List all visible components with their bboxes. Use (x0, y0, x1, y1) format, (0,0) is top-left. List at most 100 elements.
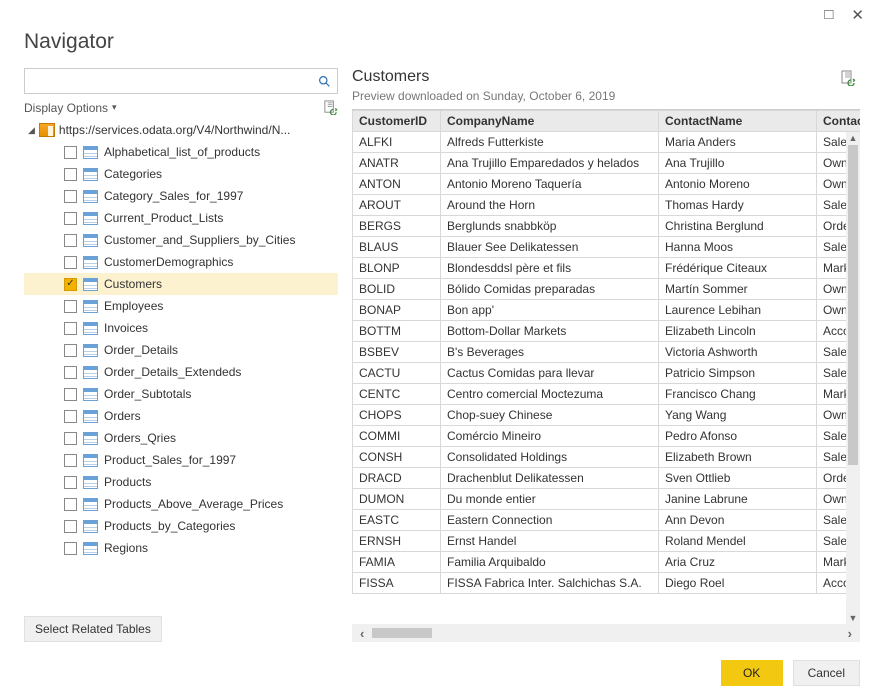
table-icon (83, 168, 98, 181)
checkbox[interactable] (64, 322, 77, 335)
checkbox[interactable] (64, 278, 77, 291)
checkbox[interactable] (64, 300, 77, 313)
checkbox[interactable] (64, 168, 77, 181)
checkbox[interactable] (64, 344, 77, 357)
select-related-tables-button[interactable]: Select Related Tables (24, 616, 162, 642)
checkbox[interactable] (64, 542, 77, 555)
tree-item-label: Products_by_Categories (104, 519, 235, 533)
table-row[interactable]: BLONPBlondesddsl père et filsFrédérique … (353, 258, 861, 279)
checkbox[interactable] (64, 366, 77, 379)
table-row[interactable]: CHOPSChop-suey ChineseYang WangOwne (353, 405, 861, 426)
tree-item[interactable]: Product_Sales_for_1997 (24, 449, 338, 471)
table-cell: Christina Berglund (659, 216, 817, 237)
checkbox[interactable] (64, 234, 77, 247)
table-row[interactable]: CENTCCentro comercial MoctezumaFrancisco… (353, 384, 861, 405)
vertical-scrollbar[interactable]: ▲ ▼ (846, 132, 860, 624)
scroll-left-icon[interactable]: ‹ (352, 626, 372, 641)
scroll-down-icon[interactable]: ▼ (849, 612, 858, 624)
tree-item[interactable]: CustomerDemographics (24, 251, 338, 273)
checkbox[interactable] (64, 256, 77, 269)
tree-item-label: Product_Sales_for_1997 (104, 453, 236, 467)
table-row[interactable]: DRACDDrachenblut DelikatessenSven Ottlie… (353, 468, 861, 489)
table-row[interactable]: ERNSHErnst HandelRoland MendelSales (353, 531, 861, 552)
scroll-thumb[interactable] (372, 628, 432, 638)
table-icon (83, 410, 98, 423)
table-icon (83, 212, 98, 225)
tree-item[interactable]: Customer_and_Suppliers_by_Cities (24, 229, 338, 251)
column-header[interactable]: ContactName (659, 111, 817, 132)
table-cell: Berglunds snabbköp (441, 216, 659, 237)
ok-button[interactable]: OK (721, 660, 783, 686)
table-row[interactable]: BOTTMBottom-Dollar MarketsElizabeth Linc… (353, 321, 861, 342)
tree-item[interactable]: Customers (24, 273, 338, 295)
tree-item[interactable]: Products_Above_Average_Prices (24, 493, 338, 515)
table-row[interactable]: COMMIComércio MineiroPedro AfonsoSales (353, 426, 861, 447)
tree-item[interactable]: Order_Subtotals (24, 383, 338, 405)
tree-item[interactable]: Products (24, 471, 338, 493)
tree-item[interactable]: Orders_Qries (24, 427, 338, 449)
scroll-thumb[interactable] (848, 145, 858, 465)
table-cell: Antonio Moreno (659, 174, 817, 195)
search-input-wrapper[interactable] (24, 68, 338, 94)
tree-item[interactable]: Invoices (24, 317, 338, 339)
tree-item[interactable]: Categories (24, 163, 338, 185)
checkbox[interactable] (64, 190, 77, 203)
table-row[interactable]: BSBEVB's BeveragesVictoria AshworthSales (353, 342, 861, 363)
table-row[interactable]: DUMONDu monde entierJanine LabruneOwne (353, 489, 861, 510)
table-row[interactable]: AROUTAround the HornThomas HardySales (353, 195, 861, 216)
table-row[interactable]: CONSHConsolidated HoldingsElizabeth Brow… (353, 447, 861, 468)
checkbox[interactable] (64, 520, 77, 533)
checkbox[interactable] (64, 476, 77, 489)
checkbox[interactable] (64, 212, 77, 225)
checkbox[interactable] (64, 432, 77, 445)
table-row[interactable]: ALFKIAlfreds FutterkisteMaria AndersSale… (353, 132, 861, 153)
tree-item[interactable]: Regions (24, 537, 338, 559)
table-row[interactable]: BONAPBon app'Laurence LebihanOwne (353, 300, 861, 321)
tree-item[interactable]: Order_Details (24, 339, 338, 361)
table-row[interactable]: CACTUCactus Comidas para llevarPatricio … (353, 363, 861, 384)
column-header[interactable]: ContactTi (817, 111, 861, 132)
maximize-icon[interactable]: □ (824, 6, 833, 24)
checkbox[interactable] (64, 498, 77, 511)
checkbox[interactable] (64, 410, 77, 423)
navigator-tree[interactable]: ◢ https://services.odata.org/V4/Northwin… (24, 119, 338, 610)
preview-table[interactable]: CustomerIDCompanyNameContactNameContactT… (352, 110, 860, 594)
expand-icon[interactable]: ◢ (28, 125, 35, 136)
scroll-right-icon[interactable]: › (840, 626, 860, 641)
tree-item[interactable]: Category_Sales_for_1997 (24, 185, 338, 207)
display-options-menu[interactable]: Display Options ▾ (24, 101, 117, 115)
horizontal-scrollbar[interactable]: ‹ › (352, 624, 860, 642)
tree-root-node[interactable]: ◢ https://services.odata.org/V4/Northwin… (24, 119, 338, 141)
tree-item[interactable]: Employees (24, 295, 338, 317)
scroll-up-icon[interactable]: ▲ (849, 132, 858, 144)
tree-item[interactable]: Current_Product_Lists (24, 207, 338, 229)
table-cell: Bon app' (441, 300, 659, 321)
table-row[interactable]: ANTONAntonio Moreno TaqueríaAntonio More… (353, 174, 861, 195)
table-row[interactable]: BLAUSBlauer See DelikatessenHanna MoosSa… (353, 237, 861, 258)
close-icon[interactable]: ✕ (851, 6, 864, 24)
table-row[interactable]: EASTCEastern ConnectionAnn DevonSales (353, 510, 861, 531)
cancel-button[interactable]: Cancel (793, 660, 860, 686)
search-input[interactable] (25, 74, 311, 88)
tree-item-label: Employees (104, 299, 163, 313)
table-row[interactable]: FISSAFISSA Fabrica Inter. Salchichas S.A… (353, 573, 861, 594)
checkbox[interactable] (64, 454, 77, 467)
column-header[interactable]: CustomerID (353, 111, 441, 132)
column-header[interactable]: CompanyName (441, 111, 659, 132)
checkbox[interactable] (64, 146, 77, 159)
tree-item[interactable]: Order_Details_Extendeds (24, 361, 338, 383)
table-cell: ANATR (353, 153, 441, 174)
refresh-icon[interactable] (323, 100, 338, 115)
tree-item[interactable]: Orders (24, 405, 338, 427)
table-row[interactable]: ANATRAna Trujillo Emparedados y heladosA… (353, 153, 861, 174)
tree-item[interactable]: Products_by_Categories (24, 515, 338, 537)
tree-item[interactable]: Alphabetical_list_of_products (24, 141, 338, 163)
table-row[interactable]: BOLIDBólido Comidas preparadasMartín Som… (353, 279, 861, 300)
checkbox[interactable] (64, 388, 77, 401)
refresh-preview-icon[interactable] (840, 70, 856, 86)
table-cell: DRACD (353, 468, 441, 489)
table-row[interactable]: FAMIAFamilia ArquibaldoAria CruzMarke (353, 552, 861, 573)
table-cell: ERNSH (353, 531, 441, 552)
table-row[interactable]: BERGSBerglunds snabbköpChristina Berglun… (353, 216, 861, 237)
search-icon[interactable] (311, 69, 337, 93)
